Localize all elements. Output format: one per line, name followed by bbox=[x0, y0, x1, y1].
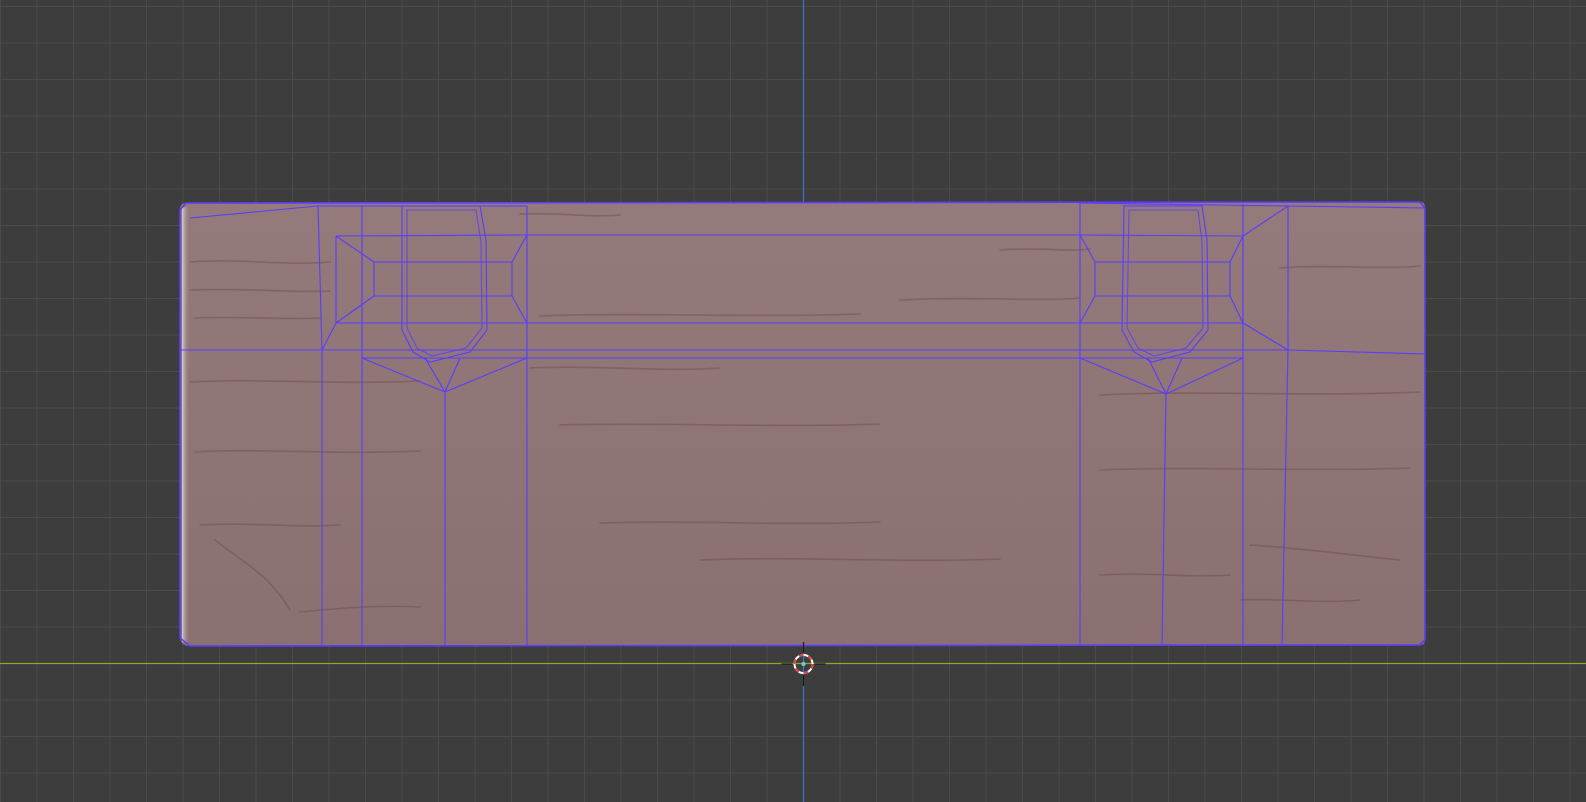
mesh-left-bevel bbox=[182, 206, 190, 644]
mesh-body[interactable] bbox=[180, 202, 1425, 646]
3d-viewport[interactable] bbox=[0, 0, 1586, 802]
3d-cursor-icon[interactable] bbox=[781, 642, 826, 686]
mesh-object[interactable] bbox=[179, 201, 1426, 647]
viewport-canvas[interactable] bbox=[0, 0, 1586, 802]
